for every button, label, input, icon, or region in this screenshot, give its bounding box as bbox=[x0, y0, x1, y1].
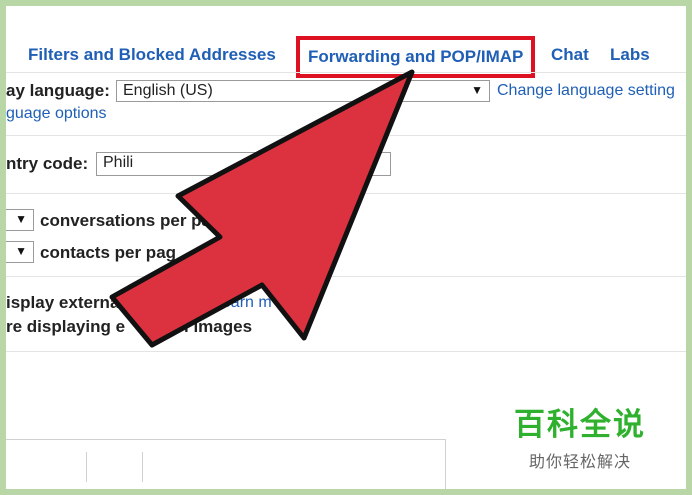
divider bbox=[6, 135, 686, 136]
watermark-subtitle: 助你轻松解决 bbox=[528, 452, 631, 471]
ask-before-images-option[interactable]: re displaying e bbox=[6, 317, 125, 337]
conversations-per-page-select[interactable]: ▼ bbox=[6, 209, 34, 231]
language-options-link[interactable]: guage options bbox=[6, 105, 107, 123]
divider bbox=[6, 72, 686, 73]
country-selected-value: Phili bbox=[103, 154, 134, 171]
language-select[interactable]: English (US) ▼ bbox=[116, 80, 490, 102]
external-images-option[interactable]: isplay externa bbox=[6, 293, 119, 313]
country-code-label: ntry code: bbox=[6, 154, 89, 173]
language-label: ay language: bbox=[6, 81, 110, 100]
country-code-select[interactable]: Phili bbox=[96, 152, 391, 176]
chevron-down-icon: ▼ bbox=[15, 244, 27, 258]
learn-more-link[interactable]: Learn m bbox=[213, 294, 272, 312]
settings-tabs: Filters and Blocked Addresses Forwarding… bbox=[6, 32, 686, 78]
tab-labs[interactable]: Labs bbox=[610, 45, 650, 65]
language-selected-value: English (US) bbox=[123, 82, 213, 99]
divider bbox=[6, 276, 686, 277]
divider bbox=[6, 193, 686, 194]
conversations-per-page-label: conversations per pa bbox=[40, 211, 212, 230]
contacts-per-page-select[interactable]: ▼ bbox=[6, 241, 34, 263]
divider bbox=[6, 351, 686, 352]
chevron-down-icon: ▼ bbox=[471, 83, 483, 97]
change-language-link[interactable]: Change language setting bbox=[497, 82, 675, 100]
ask-before-images-option-end: l images bbox=[184, 317, 253, 336]
table-column-divider bbox=[142, 452, 143, 482]
watermark-logo: 百科全说 助你轻松解决 bbox=[495, 385, 665, 471]
watermark-title: 百科全说 bbox=[514, 407, 646, 443]
settings-table bbox=[6, 439, 446, 489]
table-column-divider bbox=[86, 452, 87, 482]
tab-chat[interactable]: Chat bbox=[551, 45, 589, 65]
contacts-per-page-label: contacts per pag bbox=[40, 243, 177, 262]
chevron-down-icon: ▼ bbox=[15, 212, 27, 226]
tab-filters[interactable]: Filters and Blocked Addresses bbox=[28, 45, 276, 65]
